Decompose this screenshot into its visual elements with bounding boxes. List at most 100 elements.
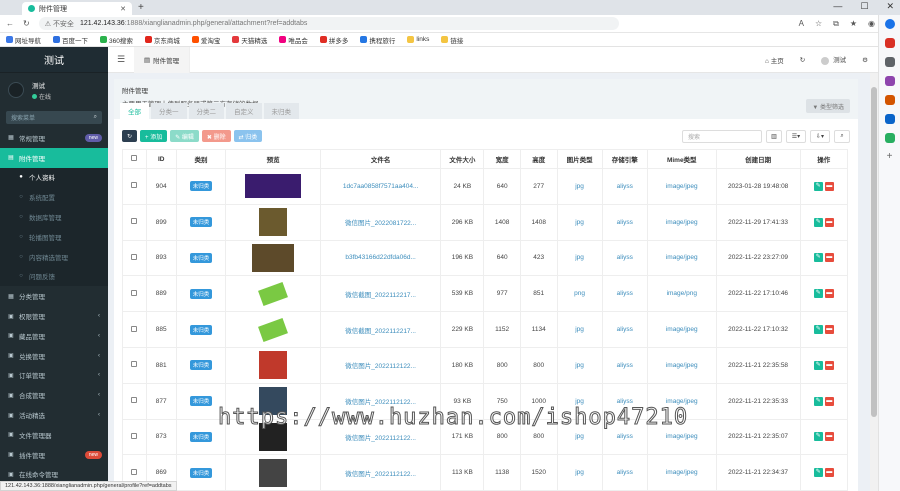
delete-row-icon[interactable]: ▬ (824, 468, 834, 478)
column-header[interactable]: 高度 (519, 149, 558, 169)
cell-storage[interactable]: aliyss (601, 203, 648, 241)
tools-icon[interactable] (884, 57, 895, 67)
bookmark-item[interactable]: 360搜索 (100, 35, 133, 45)
bookmark-item[interactable]: 网址导航 (6, 35, 41, 45)
row-checkbox[interactable] (122, 239, 147, 277)
cell-storage[interactable]: aliyss (601, 346, 648, 384)
sidebar-item[interactable]: ▦ 常规管理 new (0, 128, 108, 148)
edit-row-icon[interactable]: ✎ (813, 217, 823, 227)
sidebar-item[interactable]: ▣ 藏品管理 ‹ (0, 326, 108, 346)
tab-close-icon[interactable]: ✕ (120, 5, 126, 13)
sidebar-item[interactable]: ▦ 分类管理 (0, 286, 108, 306)
cell-image-type[interactable]: png (556, 275, 603, 313)
category-badge[interactable]: 未归类 (189, 396, 213, 407)
back-icon[interactable]: ← (6, 19, 14, 28)
delete-row-icon[interactable]: ▬ (824, 253, 834, 263)
sidebar-item[interactable]: ○ 数据库管理 (0, 207, 108, 227)
row-checkbox[interactable] (122, 382, 147, 420)
category-badge[interactable]: 未归类 (189, 288, 213, 299)
table-row[interactable]: 899 未归类 微信图片_2022081722... 296 KB 1408 1408 jp… (122, 203, 849, 241)
cell-filename[interactable]: 微信图片_2022112122... (319, 454, 442, 491)
edit-row-icon[interactable]: ✎ (813, 325, 823, 335)
menu-search-input[interactable]: 搜索菜单 ⌕ (6, 111, 102, 124)
delete-row-icon[interactable]: ▬ (824, 289, 834, 299)
cell-mime[interactable]: image/png (646, 275, 717, 313)
category-badge[interactable]: 未归类 (189, 217, 213, 228)
home-link[interactable]: ⌂ 主页 (765, 55, 784, 65)
delete-row-icon[interactable]: ▬ (824, 396, 834, 406)
select-all-checkbox[interactable] (122, 149, 147, 169)
scrollbar-thumb[interactable] (871, 87, 877, 417)
row-checkbox[interactable] (122, 346, 147, 384)
cell-mime[interactable]: image/jpeg (646, 454, 717, 491)
tree-icon[interactable] (884, 133, 895, 143)
tab-all[interactable]: 全部 (120, 103, 149, 119)
preview-image[interactable] (252, 243, 295, 272)
preview-image[interactable] (258, 317, 289, 342)
type-filter-button[interactable]: ▼ 类型筛选 (806, 99, 850, 113)
column-header[interactable]: 文件名 (319, 149, 442, 169)
sidebar-item[interactable]: ○ 内容精选管理 (0, 246, 108, 267)
table-row[interactable]: 904 未归类 1dc7aa0858f7571aa404... 24 KB 640 277… (122, 168, 849, 205)
table-row[interactable]: 885 未归类 微信截图_2022112217... 229 KB 1152 1134 jp… (122, 311, 849, 348)
bookmark-item[interactable]: 爱淘宝 (191, 35, 220, 45)
cell-filename[interactable]: 微信截图_2022112217... (319, 311, 442, 348)
row-checkbox[interactable] (122, 203, 147, 241)
site-logo[interactable]: 测试 (0, 47, 108, 73)
row-checkbox[interactable] (122, 311, 147, 348)
browser-tab[interactable]: 附件管理 ✕ (22, 2, 132, 15)
sidebar-item[interactable]: ▣ 合成管理 ‹ (0, 385, 108, 405)
delete-row-icon[interactable]: ▬ (824, 360, 834, 370)
column-header[interactable]: Mime类型 (646, 149, 717, 169)
cell-mime[interactable]: image/jpeg (646, 346, 717, 384)
columns-icon[interactable]: ☰▾ (786, 129, 806, 143)
outlook-icon[interactable] (884, 114, 895, 124)
profile-icon[interactable]: ◉ (868, 19, 875, 29)
column-header[interactable]: ID (145, 149, 177, 169)
preview-image[interactable] (259, 458, 288, 487)
user-menu[interactable]: 测试 (821, 54, 846, 65)
table-row[interactable]: 893 未归类 b3fb43166d22dfda06d... 196 KB 640 423… (122, 239, 849, 277)
tab-custom[interactable]: 自定义 (226, 103, 262, 119)
toggle-view-icon[interactable]: ▥ (766, 129, 782, 143)
favorite-icon[interactable]: ☆ (815, 19, 822, 29)
bing-icon[interactable] (884, 19, 895, 29)
delete-row-icon[interactable]: ▬ (824, 325, 834, 335)
table-search-input[interactable]: 搜索 (682, 129, 762, 143)
column-header[interactable]: 操作 (799, 149, 849, 169)
add-panel-icon[interactable]: + (885, 152, 895, 162)
minimize-icon[interactable]: — (833, 1, 842, 12)
bookmark-item[interactable]: 天猫精选 (232, 35, 267, 45)
cell-filename[interactable]: 微信截图_2022112217... (319, 275, 442, 313)
export-icon[interactable]: ⇩▾ (810, 129, 830, 143)
cell-image-type[interactable]: jpg (556, 168, 603, 205)
bookmark-item[interactable]: 唯品会 (279, 35, 308, 45)
page-scrollbar[interactable] (870, 73, 878, 491)
sidebar-item[interactable]: ▣ 文件管理器 (0, 425, 108, 445)
sidebar-item[interactable]: ▤ 附件管理 (0, 147, 108, 168)
edit-row-icon[interactable]: ✎ (813, 253, 823, 263)
edit-row-icon[interactable]: ✎ (813, 468, 823, 478)
cell-image-type[interactable]: jpg (556, 454, 603, 491)
bookmark-folder[interactable]: links (407, 36, 429, 43)
column-header[interactable]: 存储引擎 (601, 149, 648, 169)
url-field[interactable]: ⚠ 不安全 121.42.143.36:1888/xianglianadmin.… (38, 17, 619, 30)
sidebar-item[interactable]: ○ 问题反馈 (0, 266, 108, 287)
sidebar-item[interactable]: ● 个人资料 (0, 167, 108, 188)
table-row[interactable]: 881 未归类 微信图片_2022112122... 180 KB 800 800 jpg a… (122, 346, 849, 384)
cell-storage[interactable]: aliyss (601, 275, 648, 313)
preview-image[interactable] (259, 351, 288, 380)
category-badge[interactable]: 未归类 (189, 467, 213, 478)
favorites-bar-icon[interactable]: ★ (850, 19, 857, 29)
delete-row-icon[interactable]: ▬ (824, 432, 834, 442)
delete-row-icon[interactable]: ▬ (824, 181, 834, 191)
cell-storage[interactable]: aliyss (601, 454, 648, 491)
row-checkbox[interactable] (122, 275, 147, 313)
sidebar-item[interactable]: ○ 轮播图管理 (0, 226, 108, 247)
bookmark-folder[interactable]: 链接 (441, 35, 463, 45)
edit-row-icon[interactable]: ✎ (813, 181, 823, 191)
refresh-button[interactable]: ↻ (122, 130, 138, 142)
cell-filename[interactable]: 微信图片_2022112122... (319, 346, 442, 384)
close-window-icon[interactable]: ✕ (886, 1, 894, 12)
category-badge[interactable]: 未归类 (189, 324, 213, 335)
